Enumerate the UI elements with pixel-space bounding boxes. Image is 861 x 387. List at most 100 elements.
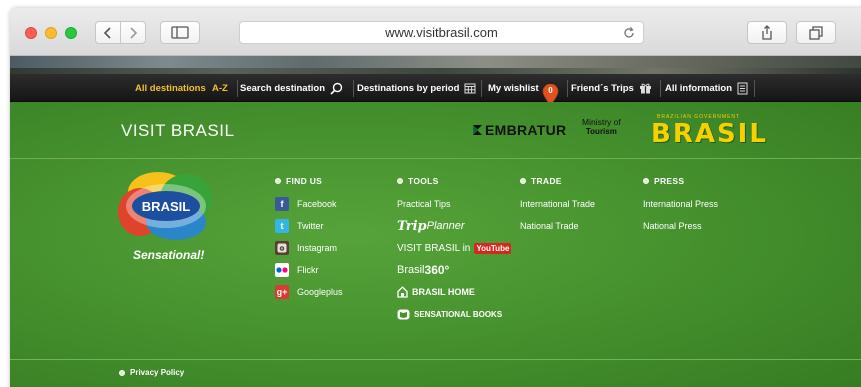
gift-icon <box>639 83 651 94</box>
facebook-label: Facebook <box>297 199 337 209</box>
brasil-home-link[interactable]: BRASIL HOME <box>397 281 511 303</box>
tools-links-list: Practical Tips Trip Planner VISIT BRASIL … <box>397 193 512 325</box>
share-button[interactable] <box>747 21 787 44</box>
gov-logo-word: BRASIL <box>651 119 768 149</box>
googleplus-icon: g+ <box>275 285 289 299</box>
close-window-button[interactable] <box>25 27 37 39</box>
bullet-icon <box>520 178 526 184</box>
brasil-home-label: BRASIL HOME <box>412 287 475 297</box>
visit-brasil-youtube-link[interactable]: VISIT BRASIL in YouTube <box>397 237 512 259</box>
trade-heading-text: TRADE <box>531 176 562 186</box>
sidebar-toggle-button[interactable] <box>160 21 200 44</box>
trip-planner-word-1: Trip <box>397 218 427 234</box>
press-heading-text: PRESS <box>654 176 685 186</box>
social-links-list: f Facebook t Twitter Instagram Flickr g+… <box>275 193 343 303</box>
national-trade-link[interactable]: National Trade <box>520 215 595 237</box>
tools-heading: TOOLS <box>397 175 511 187</box>
sensational-books-link[interactable]: SENSATIONAL BOOKS <box>397 303 511 325</box>
brazilian-government-logo[interactable]: BRAZILIAN GOVERNMENT BRASIL <box>651 114 768 149</box>
url-text: www.visitbrasil.com <box>385 25 498 40</box>
international-trade-link[interactable]: International Trade <box>520 193 595 215</box>
national-press-label: National Press <box>643 221 702 231</box>
address-bar[interactable]: www.visitbrasil.com <box>239 21 644 44</box>
twitter-label: Twitter <box>297 221 324 231</box>
trade-heading: TRADE <box>520 175 595 187</box>
tabs-overview-icon <box>809 25 823 40</box>
ministry-of-tourism-logo[interactable]: Ministry of Tourism <box>582 117 621 137</box>
nav-my-wishlist[interactable]: My wishlist <box>482 74 545 102</box>
nav-friends-trips[interactable]: Friend´s Trips <box>565 74 658 102</box>
twitter-link[interactable]: t Twitter <box>275 215 343 237</box>
embratur-text: EMBRATUR <box>485 122 567 138</box>
trip-planner-link[interactable]: Trip Planner <box>397 215 511 237</box>
trade-column: TRADE International Trade National Trade <box>520 175 595 237</box>
footer-divider <box>10 359 861 360</box>
press-links-list: International Press National Press <box>643 193 718 237</box>
instagram-label: Instagram <box>297 243 338 253</box>
national-press-link[interactable]: National Press <box>643 215 718 237</box>
house-icon <box>397 286 408 298</box>
bullet-icon <box>397 178 403 184</box>
practical-tips-label: Practical Tips <box>397 199 451 209</box>
practical-tips-link[interactable]: Practical Tips <box>397 193 511 215</box>
brasil-badge-text: BRASIL <box>142 199 190 214</box>
calendar-icon <box>464 83 476 94</box>
forward-button[interactable] <box>120 21 146 44</box>
instagram-link[interactable]: Instagram <box>275 237 343 259</box>
tools-column: TOOLS Practical Tips Trip Planner VISIT B… <box>397 175 512 325</box>
brasil-sensational-logo[interactable]: BRASIL <box>118 170 215 242</box>
embratur-logo[interactable]: EMBRATUR <box>472 122 566 138</box>
bullet-icon <box>643 178 649 184</box>
flickr-link[interactable]: Flickr <box>275 259 343 281</box>
ministry-line1: Ministry of <box>582 117 621 127</box>
reload-icon[interactable] <box>622 26 636 40</box>
book-icon <box>397 309 410 319</box>
web-page: All destinations A-Z Search destination … <box>10 56 861 387</box>
privacy-policy-link[interactable]: Privacy Policy <box>119 368 184 377</box>
nav-trips-label: Friend´s Trips <box>571 82 634 94</box>
googleplus-label: Googleplus <box>297 287 343 297</box>
show-tabs-button[interactable] <box>796 21 836 44</box>
brasil360-word-2: 360° <box>424 263 450 277</box>
bullet-icon <box>275 178 281 184</box>
nav-wishlist-label: My wishlist <box>488 82 539 94</box>
press-heading: PRESS <box>643 175 718 187</box>
chevron-left-icon <box>103 26 111 39</box>
brand-logos-row: VISIT BRASIL EMBRATUR Ministry of Touris… <box>10 102 861 159</box>
brasil360-word-1: Brasil <box>397 264 425 276</box>
nav-destinations-by-period[interactable]: Destinations by period <box>351 74 482 102</box>
instagram-icon <box>275 241 289 255</box>
international-press-link[interactable]: International Press <box>643 193 718 215</box>
nav-all-information[interactable]: All information <box>659 74 754 102</box>
flickr-label: Flickr <box>297 265 319 275</box>
googleplus-link[interactable]: g+ Googleplus <box>275 281 343 303</box>
nav-a-z-label: A-Z <box>212 82 228 94</box>
document-icon <box>737 82 748 94</box>
ministry-line2: Tourism <box>585 127 617 136</box>
zoom-window-button[interactable] <box>65 27 77 39</box>
visit-brasil-in-label: VISIT BRASIL in <box>397 242 471 254</box>
nav-a-z[interactable]: A-Z <box>206 74 234 102</box>
nav-search-destination[interactable]: Search destination <box>234 74 349 102</box>
bullet-icon <box>119 369 125 376</box>
brasil-360-link[interactable]: Brasil 360° <box>397 259 511 281</box>
facebook-link[interactable]: f Facebook <box>275 193 343 215</box>
sensational-tagline: Sensational! <box>133 248 205 262</box>
back-button[interactable] <box>95 21 121 44</box>
twitter-icon: t <box>275 219 289 233</box>
international-press-label: International Press <box>643 199 719 209</box>
nav-all-destinations[interactable]: All destinations <box>129 74 212 102</box>
site-footer: VISIT BRASIL EMBRATUR Ministry of Touris… <box>10 102 861 387</box>
hero-banner-image <box>10 56 861 74</box>
visit-brasil-logo[interactable]: VISIT BRASIL <box>121 121 234 141</box>
facebook-icon: f <box>275 197 289 211</box>
press-column: PRESS International Press National Press <box>643 175 718 237</box>
search-icon <box>330 82 343 95</box>
minimize-window-button[interactable] <box>45 27 57 39</box>
nav-divider <box>754 80 755 97</box>
share-icon <box>762 25 772 40</box>
tools-heading-text: TOOLS <box>408 176 439 186</box>
browser-window: www.visitbrasil.com All destinations A-Z… <box>10 8 861 387</box>
browser-toolbar: www.visitbrasil.com <box>10 8 861 56</box>
sensational-books-label: SENSATIONAL BOOKS <box>414 309 503 319</box>
